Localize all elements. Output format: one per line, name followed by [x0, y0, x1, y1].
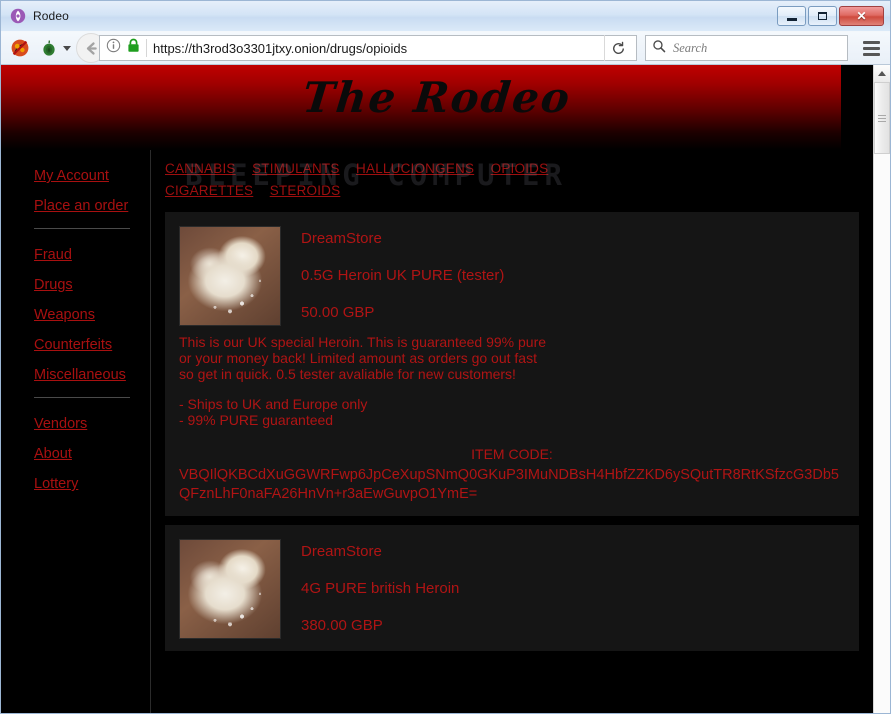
web-page: The Rodeo My Account Place an order Frau… — [1, 65, 873, 713]
product-title[interactable]: 4G PURE british Heroin — [301, 580, 845, 597]
product-image — [179, 539, 281, 639]
hamburger-menu-icon[interactable] — [858, 35, 884, 61]
category-nav: CANNABIS STIMULANTS HALLUCIONGENS OPIOID… — [165, 158, 665, 212]
vendor-name[interactable]: DreamStore — [301, 230, 845, 247]
item-code-label: ITEM CODE: — [471, 446, 553, 462]
sidebar: My Account Place an order Fraud Drugs We… — [1, 150, 151, 713]
sidebar-item-lottery[interactable]: Lottery — [34, 476, 150, 492]
tor-browser-icon — [10, 8, 26, 24]
item-code-value[interactable]: VBQIlQKBCdXuGGWRFwp6JpCeXupSNmQ0GKuP3IMu… — [165, 466, 859, 504]
minimize-button[interactable] — [777, 6, 806, 26]
page-viewport: The Rodeo My Account Place an order Frau… — [1, 65, 890, 713]
sidebar-item-fraud[interactable]: Fraud — [34, 247, 150, 263]
chevron-down-icon[interactable] — [63, 45, 71, 51]
sidebar-divider-2 — [34, 397, 130, 398]
sidebar-divider-1 — [34, 228, 130, 229]
product-description: This is our UK special Heroin. This is g… — [179, 334, 547, 382]
sidebar-item-place-an-order[interactable]: Place an order — [34, 198, 150, 214]
list-item[interactable]: DreamStore 0.5G Heroin UK PURE (tester) … — [165, 212, 859, 516]
padlock-icon — [127, 38, 140, 58]
vendor-name[interactable]: DreamStore — [301, 543, 845, 560]
sidebar-item-vendors[interactable]: Vendors — [34, 416, 150, 432]
product-header: DreamStore 4G PURE british Heroin 380.00… — [165, 539, 859, 639]
sidebar-item-miscellaneous[interactable]: Miscellaneous — [34, 367, 150, 383]
reload-button[interactable] — [604, 35, 632, 61]
nav-item-cigarettes[interactable]: CIGARETTES — [165, 183, 253, 198]
sidebar-item-drugs[interactable]: Drugs — [34, 277, 150, 293]
browser-toolbar: https://th3rod3o3301jtxy.onion/drugs/opi… — [1, 31, 890, 65]
title-bar: Rodeo ✕ — [1, 1, 890, 31]
torbutton[interactable] — [36, 35, 71, 61]
product-title[interactable]: 0.5G Heroin UK PURE (tester) — [301, 267, 845, 284]
nav-item-halluciongens[interactable]: HALLUCIONGENS — [356, 161, 474, 176]
url-divider — [146, 39, 147, 57]
product-meta: DreamStore 0.5G Heroin UK PURE (tester) … — [301, 226, 845, 326]
sidebar-item-my-account[interactable]: My Account — [34, 168, 150, 184]
scroll-thumb[interactable] — [874, 82, 890, 154]
main-content: CANNABIS STIMULANTS HALLUCIONGENS OPIOID… — [151, 150, 873, 713]
address-bar[interactable]: https://th3rod3o3301jtxy.onion/drugs/opi… — [99, 35, 637, 61]
scroll-up-arrow[interactable] — [874, 65, 890, 82]
list-item[interactable]: DreamStore 4G PURE british Heroin 380.00… — [165, 525, 859, 651]
product-list: DreamStore 0.5G Heroin UK PURE (tester) … — [165, 212, 873, 651]
url-text[interactable]: https://th3rod3o3301jtxy.onion/drugs/opi… — [153, 41, 598, 56]
search-box[interactable]: Search — [645, 35, 848, 61]
product-price: 50.00 GBP — [301, 304, 375, 321]
window-controls: ✕ — [777, 6, 886, 26]
search-icon — [652, 39, 666, 58]
site-title: The Rodeo — [300, 73, 574, 122]
window-title: Rodeo — [33, 9, 69, 23]
nav-item-opioids[interactable]: OPIOIDS — [491, 161, 549, 176]
product-price: 380.00 GBP — [301, 617, 383, 634]
sidebar-item-counterfeits[interactable]: Counterfeits — [34, 337, 150, 353]
onion-icon[interactable] — [36, 35, 62, 61]
search-input[interactable]: Search — [673, 41, 707, 56]
browser-window: Rodeo ✕ https://th3rod3o3301jtxy.onion/d… — [0, 0, 891, 714]
scroll-track[interactable] — [874, 82, 890, 713]
close-button[interactable]: ✕ — [839, 6, 884, 26]
nav-item-cannabis[interactable]: CANNABIS — [165, 161, 236, 176]
product-bullets: - Ships to UK and Europe only - 99% PURE… — [179, 396, 368, 428]
site-banner: The Rodeo — [1, 65, 873, 150]
maximize-button[interactable] — [808, 6, 837, 26]
product-meta: DreamStore 4G PURE british Heroin 380.00… — [301, 539, 845, 639]
nav-item-steroids[interactable]: STEROIDS — [270, 183, 341, 198]
product-header: DreamStore 0.5G Heroin UK PURE (tester) … — [165, 226, 859, 326]
info-icon[interactable] — [106, 38, 121, 58]
vertical-scrollbar[interactable] — [873, 65, 890, 713]
page-body: My Account Place an order Fraud Drugs We… — [1, 150, 873, 713]
noscript-icon[interactable] — [7, 35, 33, 61]
sidebar-item-about[interactable]: About — [34, 446, 150, 462]
sidebar-item-weapons[interactable]: Weapons — [34, 307, 150, 323]
nav-item-stimulants[interactable]: STIMULANTS — [252, 161, 340, 176]
product-image — [179, 226, 281, 326]
